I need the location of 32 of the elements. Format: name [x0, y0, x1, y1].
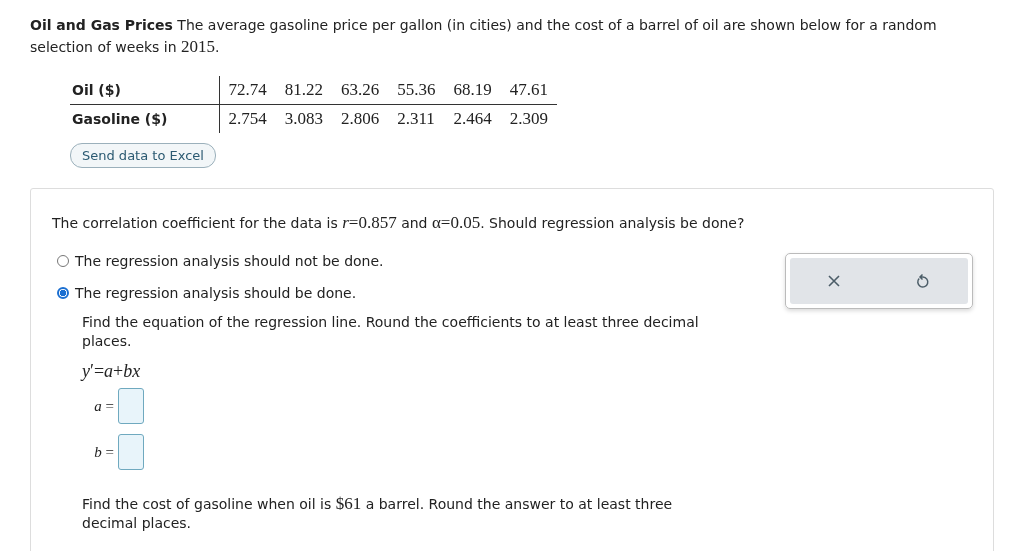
answer-field[interactable] — [118, 434, 144, 470]
radio-button[interactable] — [57, 287, 69, 299]
clear-button[interactable] — [828, 275, 840, 287]
question-text: The correlation coefficient for the data is r=0.857 and α=0.05. Should regression analysis be done? — [52, 213, 746, 233]
undo-icon — [916, 273, 930, 289]
question-text: Find the cost of gasoline when oil is $61 a barrel. Round the answer to at least three decimal places. — [82, 494, 674, 533]
field-label: b = — [93, 443, 114, 461]
table-cell: 68.19 — [444, 76, 501, 105]
instruction-text: Find the equation of the regression line. Round the coefficients to at least three decimal places. — [82, 313, 700, 351]
option-label[interactable]: The regression analysis should be done. — [75, 285, 357, 301]
row-header: Gasoline ($) — [70, 104, 220, 133]
table-cell: 2.309 — [500, 104, 557, 133]
problem-intro: Oil and Gas Prices The average gasoline price per gallon (in cities) and the cost of a barrel of oil are shown below for a random selection of weeks in 2015. — [30, 16, 938, 58]
table-cell: 2.311 — [388, 104, 445, 133]
table-cell: 55.36 — [388, 76, 445, 105]
radio-button[interactable] — [57, 255, 69, 267]
table-cell: 2.754 — [219, 104, 276, 133]
send-to-excel-button[interactable]: Send data to Excel — [70, 143, 216, 168]
table-cell: 3.083 — [275, 104, 332, 133]
table-cell: 63.26 — [331, 76, 389, 105]
option-label[interactable]: The regression analysis should not be done. — [75, 253, 384, 269]
answer-field[interactable] — [118, 388, 144, 424]
reset-button[interactable] — [916, 273, 930, 289]
table-cell: 2.806 — [331, 104, 389, 133]
row-header: Oil ($) — [70, 76, 220, 105]
table-cell: 72.74 — [219, 76, 276, 105]
table-cell: 81.22 — [275, 76, 332, 105]
table-cell: 47.61 — [500, 76, 557, 105]
close-icon — [828, 275, 840, 287]
table-cell: 2.464 — [444, 104, 501, 133]
field-label: a = — [93, 397, 114, 415]
regression-equation: y′=a+bx — [82, 361, 141, 382]
